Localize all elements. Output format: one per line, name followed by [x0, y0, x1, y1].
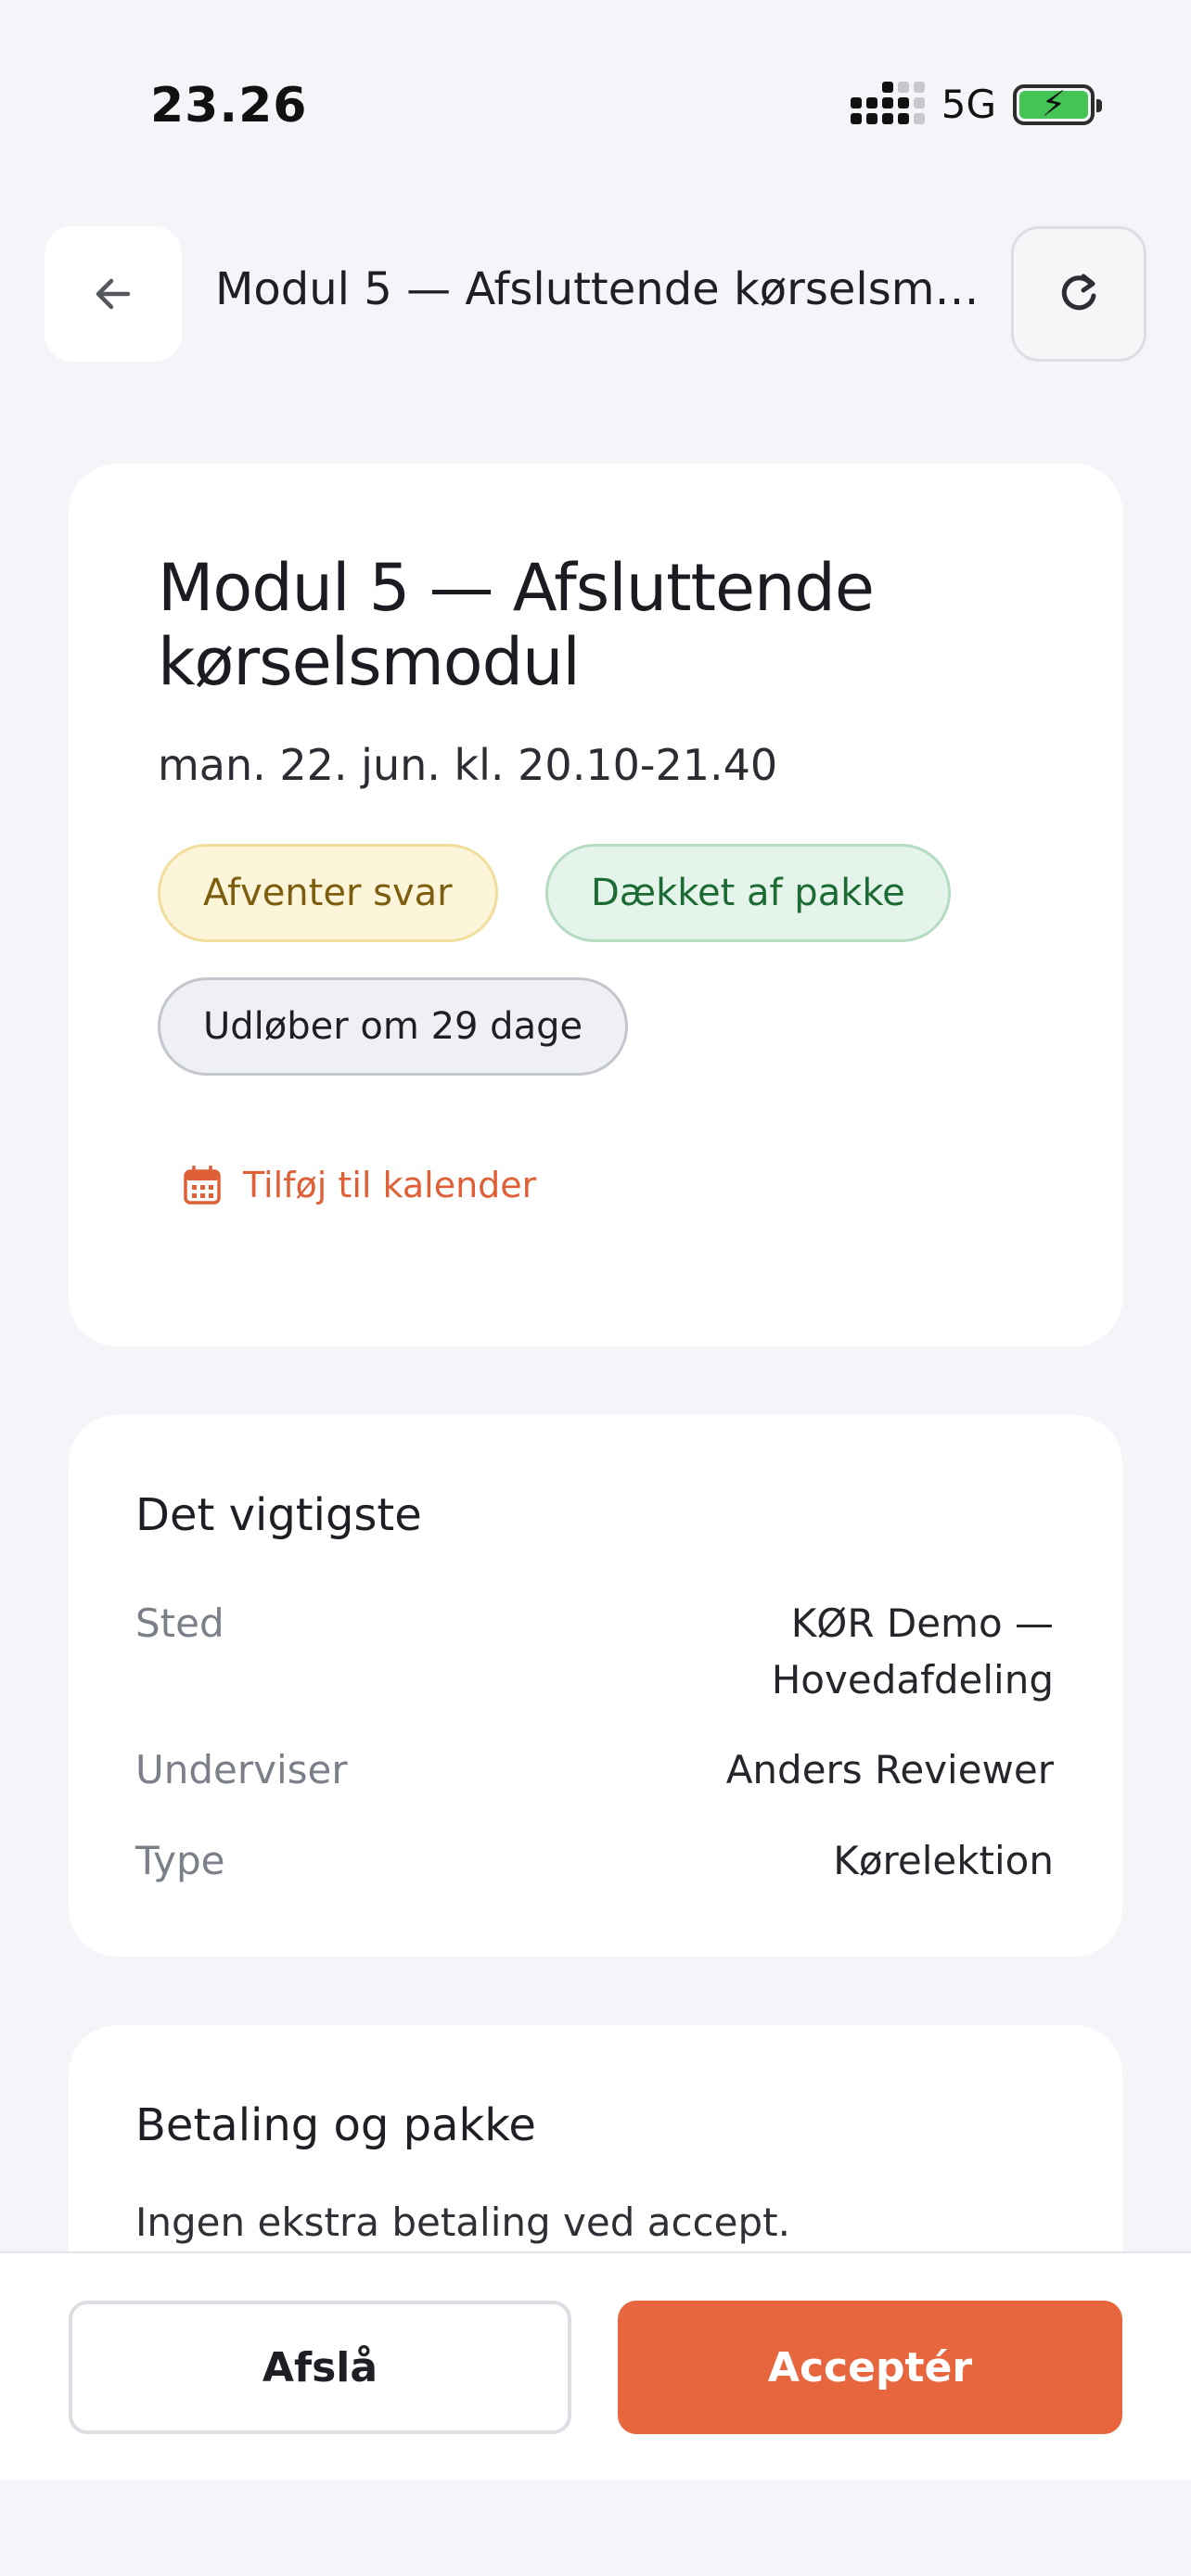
lesson-summary-card: Modul 5 — Afsluttende kørselsmodul man. …: [69, 464, 1122, 1346]
coverage-badge: Dækket af pakke: [545, 844, 951, 942]
info-row-type: Type Kørelektion: [135, 1832, 1054, 1889]
info-label: Underviser: [135, 1747, 348, 1792]
info-label: Sted: [135, 1600, 224, 1646]
calendar-icon: [184, 1166, 221, 1205]
network-label: 5G: [941, 82, 996, 127]
expiry-badge: Udløber om 29 dage: [158, 977, 629, 1076]
info-value: Anders Reviewer: [725, 1747, 1054, 1792]
status-time: 23.26: [150, 78, 308, 134]
battery-charging-icon: ⚡: [1013, 83, 1102, 125]
payment-text: Ingen ekstra betaling ved accept.: [135, 2200, 790, 2245]
decline-button[interactable]: Afslå: [69, 2301, 571, 2434]
add-to-calendar-label: Tilføj til kalender: [243, 1165, 537, 1205]
top-app-bar: Modul 5 — Afsluttende kørselsmo…: [0, 223, 1191, 362]
status-badge: Afventer svar: [158, 844, 498, 942]
payment-title: Betaling og pakke: [135, 2099, 536, 2151]
key-info-card: Det vigtigste Sted KØR Demo — Hovedafdel…: [69, 1415, 1122, 1957]
status-indicators: 5G ⚡: [850, 81, 1102, 127]
add-to-calendar-link[interactable]: Tilføj til kalender: [184, 1165, 536, 1205]
info-value: KØR Demo — Hovedafdeling: [771, 1600, 1054, 1702]
signal-icon: [850, 81, 925, 124]
info-value: Kørelektion: [833, 1838, 1054, 1883]
arrow-left-icon: [96, 278, 131, 310]
info-row-instructor: Underviser Anders Reviewer: [135, 1741, 1054, 1798]
accept-button[interactable]: Acceptér: [618, 2301, 1122, 2434]
booking-detail-screen: 23.26 5G ⚡ Modul 5 — Afsluttende kørsels…: [0, 0, 1191, 2576]
info-label: Type: [135, 1838, 225, 1883]
info-row-location: Sted KØR Demo — Hovedafdeling: [135, 1595, 1054, 1708]
lesson-title: Modul 5 — Afsluttende kørselsmodul: [158, 550, 875, 700]
lesson-date: man. 22. jun. kl. 20.10-21.40: [158, 740, 778, 790]
key-info-title: Det vigtigste: [135, 1489, 422, 1541]
refresh-icon: [1061, 274, 1096, 311]
back-button[interactable]: [45, 226, 182, 362]
home-indicator-area: [0, 2480, 1191, 2576]
action-bar: Afslå Acceptér: [0, 2251, 1191, 2480]
refresh-button[interactable]: [1011, 226, 1146, 362]
header-title: Modul 5 — Afsluttende kørselsmo…: [215, 263, 985, 315]
status-bar: 23.26 5G ⚡: [0, 0, 1191, 204]
